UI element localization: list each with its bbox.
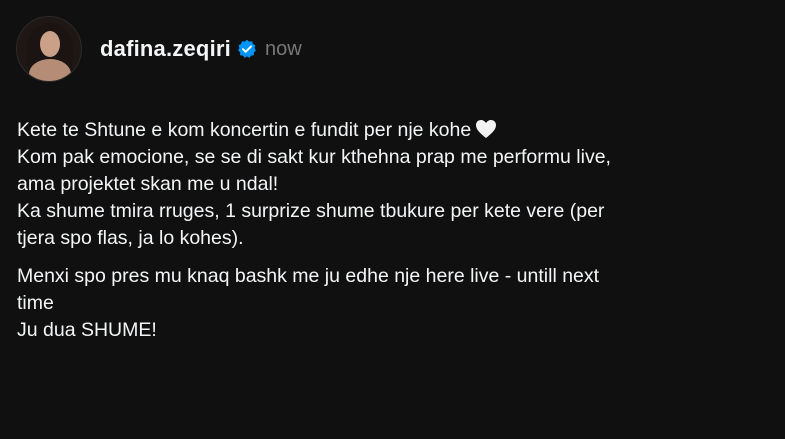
username[interactable]: dafina.zeqiri	[100, 36, 231, 62]
avatar-face	[40, 31, 60, 57]
threads-post: dafina.zeqiri now Kete te Shtune e kom k…	[0, 0, 785, 439]
post-line: Ju dua SHUME!	[17, 319, 157, 341]
avatar[interactable]	[16, 16, 82, 82]
post-line: tjera spo flas, ja lo kohes).	[17, 227, 244, 249]
avatar-shoulders	[29, 59, 71, 81]
verified-badge-icon	[237, 39, 257, 59]
white-heart-icon	[475, 119, 497, 139]
post-line-text: Kete te Shtune e kom koncertin e fundit …	[17, 119, 472, 141]
post-timestamp: now	[264, 37, 302, 60]
post-body: Kete te Shtune e kom koncertin e fundit …	[17, 117, 777, 344]
post-line: time	[17, 292, 54, 314]
post-line: Ka shume tmira rruges, 1 surprize shume …	[17, 200, 605, 222]
post-line: ama projektet skan me u ndal!	[17, 173, 279, 195]
post-line: Menxi spo pres mu knaq bashk me ju edhe …	[17, 265, 600, 287]
post-header: dafina.zeqiri now	[16, 16, 302, 82]
post-line: Kete te Shtune e kom koncertin e fundit …	[17, 117, 777, 144]
post-line: Kom pak emocione, se se di sakt kur kthe…	[17, 146, 611, 168]
